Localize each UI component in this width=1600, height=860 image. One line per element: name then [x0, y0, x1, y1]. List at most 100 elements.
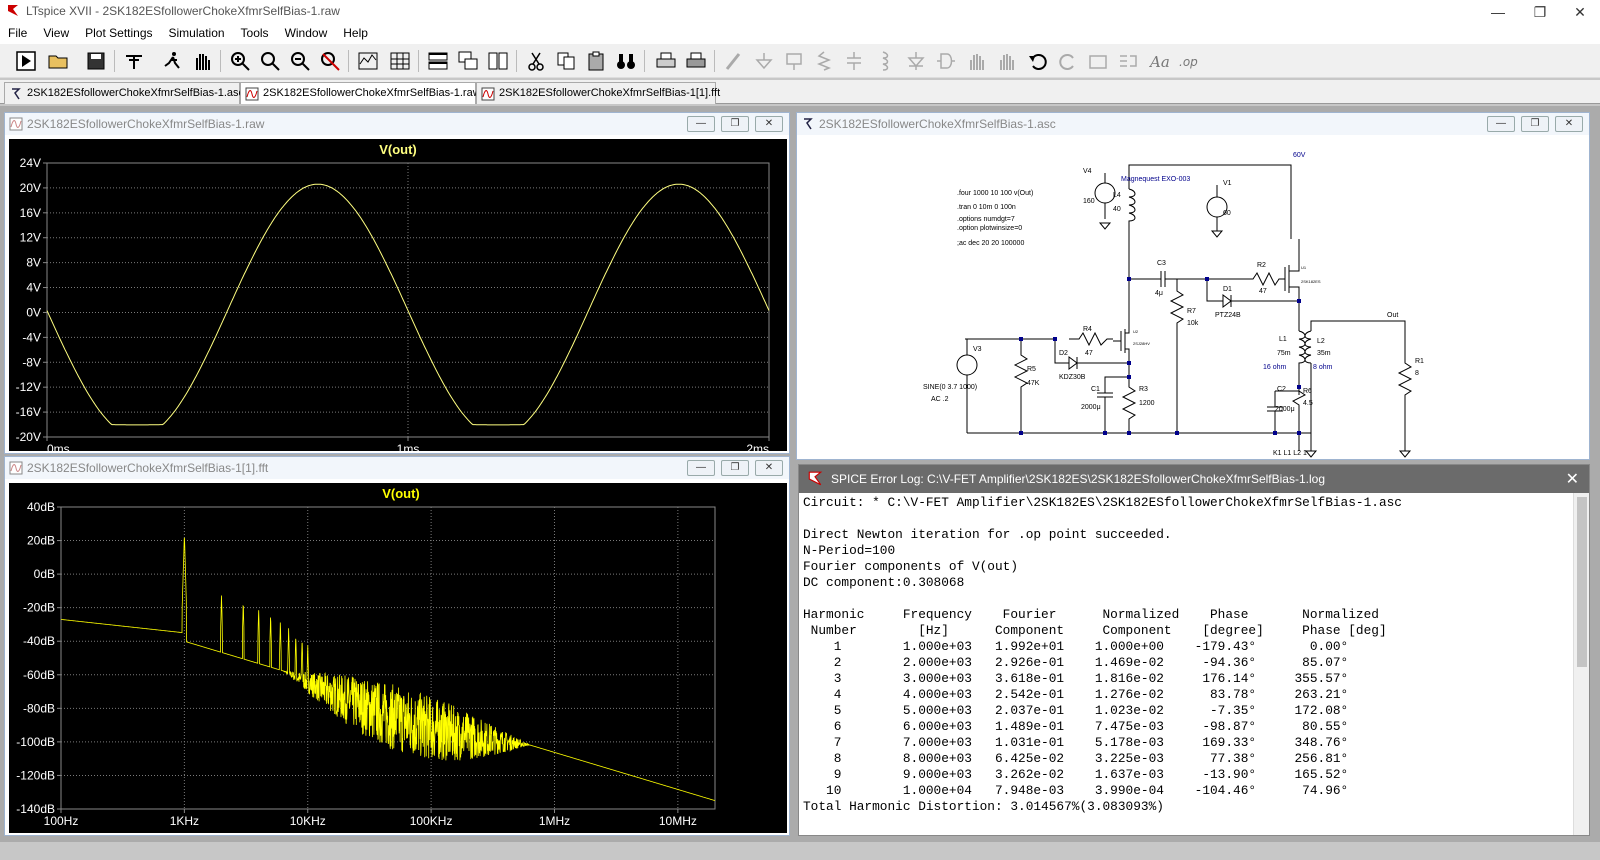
v1-value[interactable]: 60: [1223, 210, 1231, 217]
c2-label[interactable]: C2: [1277, 386, 1286, 393]
component-icon[interactable]: [934, 49, 958, 73]
l4-label[interactable]: L4: [1113, 192, 1121, 199]
zoom-pan-icon[interactable]: [258, 49, 282, 73]
tab-schematic[interactable]: 2SK182ESfollowerChokeXfmrSelfBias-1.asc: [4, 82, 244, 104]
tab-waveform[interactable]: 2SK182ESfollowerChokeXfmrSelfBias-1.raw: [240, 82, 481, 104]
minimize-button[interactable]: —: [687, 460, 715, 476]
c1-value[interactable]: 2000μ: [1081, 404, 1101, 411]
close-button[interactable]: ✕: [755, 116, 783, 132]
v3-ac[interactable]: AC .2: [931, 396, 949, 403]
u1-label[interactable]: U1: [1301, 265, 1307, 270]
error-log-titlebar[interactable]: SPICE Error Log: C:\V-FET Amplifier\2SK1…: [799, 465, 1589, 493]
u1-part[interactable]: 2SK182ES: [1301, 279, 1321, 284]
scrollbar-thumb[interactable]: [1577, 497, 1587, 667]
run-icon[interactable]: [14, 49, 38, 73]
menu-file[interactable]: File: [0, 24, 35, 44]
v1-label[interactable]: V1: [1223, 180, 1232, 187]
inductor-icon[interactable]: [872, 49, 896, 73]
tile-vertical-icon[interactable]: [486, 49, 510, 73]
waveform-window-titlebar[interactable]: 2SK182ESfollowerChokeXfmrSelfBias-1.raw …: [5, 113, 789, 135]
maximize-button[interactable]: ❐: [1521, 116, 1549, 132]
menu-window[interactable]: Window: [277, 24, 336, 44]
r1-label[interactable]: R1: [1415, 358, 1424, 365]
r3-value[interactable]: 1200: [1139, 400, 1155, 407]
menu-view[interactable]: View: [35, 24, 77, 44]
u2-label[interactable]: U2: [1133, 329, 1139, 334]
move-hand-icon[interactable]: [964, 49, 988, 73]
zoom-in-icon[interactable]: [228, 49, 252, 73]
l2-ohm[interactable]: 8 ohm: [1313, 364, 1333, 371]
v4-label[interactable]: V4: [1083, 168, 1092, 175]
menu-simulation[interactable]: Simulation: [161, 24, 233, 44]
r1-value[interactable]: 8: [1415, 370, 1419, 377]
zoom-fit-icon[interactable]: [318, 49, 342, 73]
save-icon[interactable]: [84, 49, 108, 73]
undo-icon[interactable]: [1026, 49, 1050, 73]
paste-icon[interactable]: [584, 49, 608, 73]
open-folder-icon[interactable]: [46, 49, 70, 73]
schematic-window-titlebar[interactable]: 2SK182ESfollowerChokeXfmrSelfBias-1.asc …: [797, 113, 1589, 135]
r2-label[interactable]: R2: [1257, 262, 1266, 269]
label-net-icon[interactable]: [782, 49, 806, 73]
error-log-text[interactable]: Circuit: * C:\V-FET Amplifier\2SK182ES\2…: [803, 495, 1569, 815]
l2-label[interactable]: L2: [1317, 338, 1325, 345]
maximize-button[interactable]: ❐: [721, 116, 749, 132]
d1-value[interactable]: PTZ24B: [1215, 312, 1241, 319]
r4-label[interactable]: R4: [1083, 326, 1092, 333]
c3-value[interactable]: 4μ: [1155, 290, 1163, 297]
r6-value[interactable]: 4.5: [1303, 400, 1313, 407]
v3-label[interactable]: V3: [973, 346, 982, 353]
r3-label[interactable]: R3: [1139, 386, 1148, 393]
cut-icon[interactable]: [524, 49, 548, 73]
d2-value[interactable]: KDZ30B: [1059, 374, 1086, 381]
grid-icon[interactable]: [388, 49, 412, 73]
l1-value[interactable]: 75m: [1277, 350, 1291, 357]
directive-four[interactable]: .four 1000 10 100 v(Out): [957, 190, 1033, 197]
out-net-label[interactable]: Out: [1387, 312, 1398, 319]
d2-label[interactable]: D2: [1059, 350, 1068, 357]
v4-value[interactable]: 160: [1083, 198, 1095, 205]
menu-plot-settings[interactable]: Plot Settings: [77, 24, 160, 44]
menu-help[interactable]: Help: [335, 24, 376, 44]
ground-icon[interactable]: [752, 49, 776, 73]
spice-directive-icon[interactable]: .op: [1178, 49, 1202, 73]
diode-icon[interactable]: [904, 49, 928, 73]
capacitor-icon[interactable]: [842, 49, 866, 73]
close-button[interactable]: ✕: [1562, 2, 1598, 22]
directive-ac[interactable]: ;ac dec 20 20 100000: [957, 240, 1024, 247]
copy-icon[interactable]: [554, 49, 578, 73]
r5-value[interactable]: 47K: [1027, 380, 1040, 387]
control-panel-icon[interactable]: [122, 49, 146, 73]
print-icon[interactable]: [654, 49, 678, 73]
r7-value[interactable]: 10k: [1187, 320, 1199, 327]
resistor-icon[interactable]: [812, 49, 836, 73]
v3-source[interactable]: SINE(0 3.7 1000): [923, 384, 977, 391]
u2-part[interactable]: 2SJ28HV: [1133, 341, 1150, 346]
fft-plot[interactable]: V(out) 40dB 20dB 0dB -20dB -40dB -60dB -80dB -1…: [9, 483, 787, 833]
minimize-button[interactable]: —: [1487, 116, 1515, 132]
tile-horizontal-icon[interactable]: [426, 49, 450, 73]
menu-tools[interactable]: Tools: [233, 24, 277, 44]
maximize-button[interactable]: ❐: [721, 460, 749, 476]
l4-value[interactable]: 40: [1113, 206, 1121, 213]
minimize-button[interactable]: —: [687, 116, 715, 132]
find-binoculars-icon[interactable]: [614, 49, 638, 73]
print-setup-icon[interactable]: [684, 49, 708, 73]
plot-trace-label[interactable]: V(out): [382, 486, 420, 501]
r4-value[interactable]: 47: [1085, 350, 1093, 357]
zoom-out-icon[interactable]: [288, 49, 312, 73]
l1-ohm[interactable]: 16 ohm: [1263, 364, 1287, 371]
l1-label[interactable]: L1: [1279, 336, 1287, 343]
redo-icon[interactable]: [1056, 49, 1080, 73]
r6-label[interactable]: R6: [1303, 388, 1312, 395]
rotate-icon[interactable]: [1086, 49, 1110, 73]
tab-fft[interactable]: 2SK182ESfollowerChokeXfmrSelfBias-1[1].f…: [476, 82, 720, 104]
r5-label[interactable]: R5: [1027, 366, 1036, 373]
directive-numdgt[interactable]: .options numdgt=7: [957, 216, 1015, 223]
schematic-canvas[interactable]: .four 1000 10 100 v(Out) .tran 0 10m 0 1…: [797, 135, 1589, 459]
wire-pencil-icon[interactable]: [722, 49, 746, 73]
minimize-button[interactable]: —: [1480, 2, 1516, 22]
c3-label[interactable]: C3: [1157, 260, 1166, 267]
r7-label[interactable]: R7: [1187, 308, 1196, 315]
error-log-scrollbar[interactable]: [1573, 493, 1589, 835]
